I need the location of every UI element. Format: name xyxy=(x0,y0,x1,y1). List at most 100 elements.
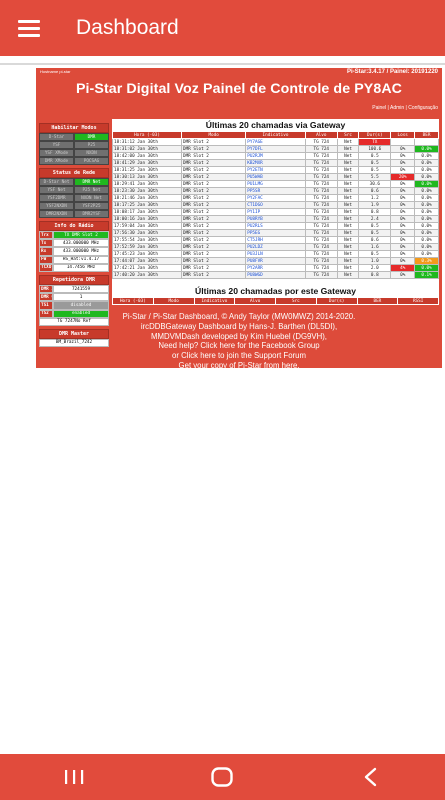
footer: Pi-Star / Pi-Star Dashboard, © Andy Tayl… xyxy=(36,312,442,371)
table-cell: Net xyxy=(336,180,360,188)
table-cell: TG 724 xyxy=(304,250,338,258)
table-cell: 0.5 xyxy=(358,222,392,230)
table-cell: 18:08:17 Jan 30th xyxy=(112,208,182,216)
callsign-link[interactable]: PP5SR xyxy=(245,187,306,195)
radio-title: Info do Rádio xyxy=(39,221,109,231)
mode-status-pocsag: POCSAG xyxy=(74,157,109,165)
callsign-link[interactable]: CT1DGO xyxy=(245,201,306,209)
radio-key-fw: FW xyxy=(39,255,53,264)
table-cell: 17:55:54 Jan 30th xyxy=(112,236,182,244)
table-cell: 0.0% xyxy=(414,194,439,202)
table-cell: 1.0 xyxy=(358,257,392,265)
network-box: Status de Rede D-Star Net DMR Net YSF Net P… xyxy=(39,168,109,218)
radio-value-tcxo: 14.7456 MHz xyxy=(53,263,109,272)
radio-key-trx: Trx xyxy=(39,231,53,240)
network-status-dmr2ysf: DMR2YSF xyxy=(74,210,109,218)
table-cell: 0% xyxy=(390,194,416,202)
column-header: Alvo xyxy=(304,131,338,139)
callsign-link[interactable]: PY2ETN xyxy=(245,166,306,174)
callsign-link[interactable]: PU5WAB xyxy=(245,173,306,181)
mode-status-p25: P25 xyxy=(74,141,109,149)
table-cell: TG 724 xyxy=(304,222,338,230)
footer-line[interactable]: Get your copy of Pi-Star from here. xyxy=(36,361,442,371)
network-status-dmr2nxdn: DMR2NXDN xyxy=(39,210,74,218)
callsign-link[interactable]: PU8FVR xyxy=(245,257,306,265)
top-links: Painel | Admin | Configuração xyxy=(372,105,438,111)
table-cell: Net xyxy=(336,208,360,216)
table-row: 18:31:12 Jan 30th DMR Slot 2 PY7AGE TG 724 N… xyxy=(112,138,439,146)
callsign-link[interactable]: PU1LMG xyxy=(245,180,306,188)
recent-apps-icon[interactable] xyxy=(44,757,104,797)
table-cell: Net xyxy=(336,194,360,202)
callsign-link[interactable]: PU8WGD xyxy=(245,271,306,279)
table-cell: 0.0% xyxy=(414,222,439,230)
callsign-link[interactable]: PY7DFL xyxy=(245,145,306,153)
table-row: 17:52:59 Jan 30th DMR Slot 2 PU2LDZ TG 724 N… xyxy=(112,243,439,251)
callsign-link[interactable]: PU2LDZ xyxy=(245,243,306,251)
table-cell: 0.0% xyxy=(414,243,439,251)
table-cell: 18:31:12 Jan 30th xyxy=(112,138,182,146)
table-cell: Net xyxy=(336,159,360,167)
column-header: BER xyxy=(414,131,439,139)
callsign-link[interactable]: PY7AGE xyxy=(245,138,306,146)
table-cell: 0% xyxy=(390,250,416,258)
link-configuracao[interactable]: Configuração xyxy=(408,105,438,111)
table-cell: DMR Slot 2 xyxy=(180,215,247,223)
network-status-ysf2nxdn: YSF2NXDN xyxy=(39,202,74,210)
callsign-link[interactable]: PU2RJM xyxy=(245,152,306,160)
table-row: 18:08:17 Jan 30th DMR Slot 2 PY1IP TG 724 Ne… xyxy=(112,208,439,216)
table-cell: DMR Slot 2 xyxy=(180,222,247,230)
callsign-link[interactable]: PY2ARR xyxy=(245,264,306,272)
table-cell: 20% xyxy=(390,173,416,181)
gateway-calls-table: Hora (-03) Modo Indicativo Alvo Src Dur(s) Los… xyxy=(112,131,439,279)
callsign-link[interactable]: CT5JRH xyxy=(245,236,306,244)
callsign-link[interactable]: PY1IP xyxy=(245,208,306,216)
table-cell: TG 724 xyxy=(304,264,338,272)
radio-key-tcxo: TCXO xyxy=(39,263,53,272)
table-cell: 0.6 xyxy=(358,187,392,195)
radio-key-tx: Tx xyxy=(39,239,53,248)
back-icon[interactable] xyxy=(341,757,401,797)
table-cell: 0.0% xyxy=(414,215,439,223)
callsign-link[interactable]: PU8RYB xyxy=(245,215,306,223)
footer-line[interactable]: Need help? Click here for the Facebook G… xyxy=(36,341,442,351)
table-cell: 18:42:00 Jan 30th xyxy=(112,152,182,160)
callsign-link[interactable]: PU3JLN xyxy=(245,250,306,258)
table-cell: TG 724 xyxy=(304,257,338,265)
link-admin[interactable]: Admin xyxy=(390,105,404,111)
app-bar: Dashboard xyxy=(0,0,445,56)
table-cell: 0% xyxy=(390,236,416,244)
table-row: 17:45:23 Jan 30th DMR Slot 2 PU3JLN TG 724 N… xyxy=(112,250,439,258)
callsign-link[interactable]: KB2MXR xyxy=(245,159,306,167)
table-cell: TG 724 xyxy=(304,271,338,279)
table-cell: Net xyxy=(336,257,360,265)
table-cell: 17:56:30 Jan 30th xyxy=(112,229,182,237)
footer-line[interactable]: or Click here to join the Support Forum xyxy=(36,351,442,361)
table-row: 17:59:04 Jan 30th DMR Slot 2 PU2RLS TG 724 N… xyxy=(112,222,439,230)
table-cell: DMR Slot 2 xyxy=(180,173,247,181)
network-status-d-star-net: D-Star Net xyxy=(39,178,74,186)
table-cell: DMR Slot 2 xyxy=(180,152,247,160)
modes-grid: D-Star DMR YSF P25 YSF XMode NXDN DMR XMode POC… xyxy=(39,133,109,165)
table-cell: 2.4 xyxy=(358,215,392,223)
home-icon[interactable] xyxy=(192,757,252,797)
callsign-link[interactable]: PP5EG xyxy=(245,229,306,237)
table-cell: TG 724 xyxy=(304,187,338,195)
table-cell: Net xyxy=(336,166,360,174)
radio-box: Info do Rádio Trx TX DMR Slot 2 Tx 433.0000… xyxy=(39,221,109,272)
callsign-link[interactable]: PU2RLS xyxy=(245,222,306,230)
table-cell: 0.5 xyxy=(358,229,392,237)
link-painel[interactable]: Painel xyxy=(372,105,386,111)
table-cell: 0.5 xyxy=(358,166,392,174)
table-cell: Net xyxy=(336,152,360,160)
column-header: Alvo xyxy=(234,297,276,305)
dmr-key-ts1: TS1 xyxy=(39,301,53,310)
callsign-link[interactable]: PY2FAC xyxy=(245,194,306,202)
radio-value-fw: HS_Hat:v1.4.17 xyxy=(53,255,109,264)
table-cell: Net xyxy=(336,145,360,153)
table-row: 18:41:29 Jan 30th DMR Slot 2 KB2MXR TG 724 N… xyxy=(112,159,439,167)
table-row: 18:42:00 Jan 30th DMR Slot 2 PU2RJM TG 724 N… xyxy=(112,152,439,160)
dmr-key-dmr-cc: DMR CC xyxy=(39,293,53,302)
hamburger-icon[interactable] xyxy=(18,19,40,37)
table-cell: 0.0% xyxy=(414,173,439,181)
